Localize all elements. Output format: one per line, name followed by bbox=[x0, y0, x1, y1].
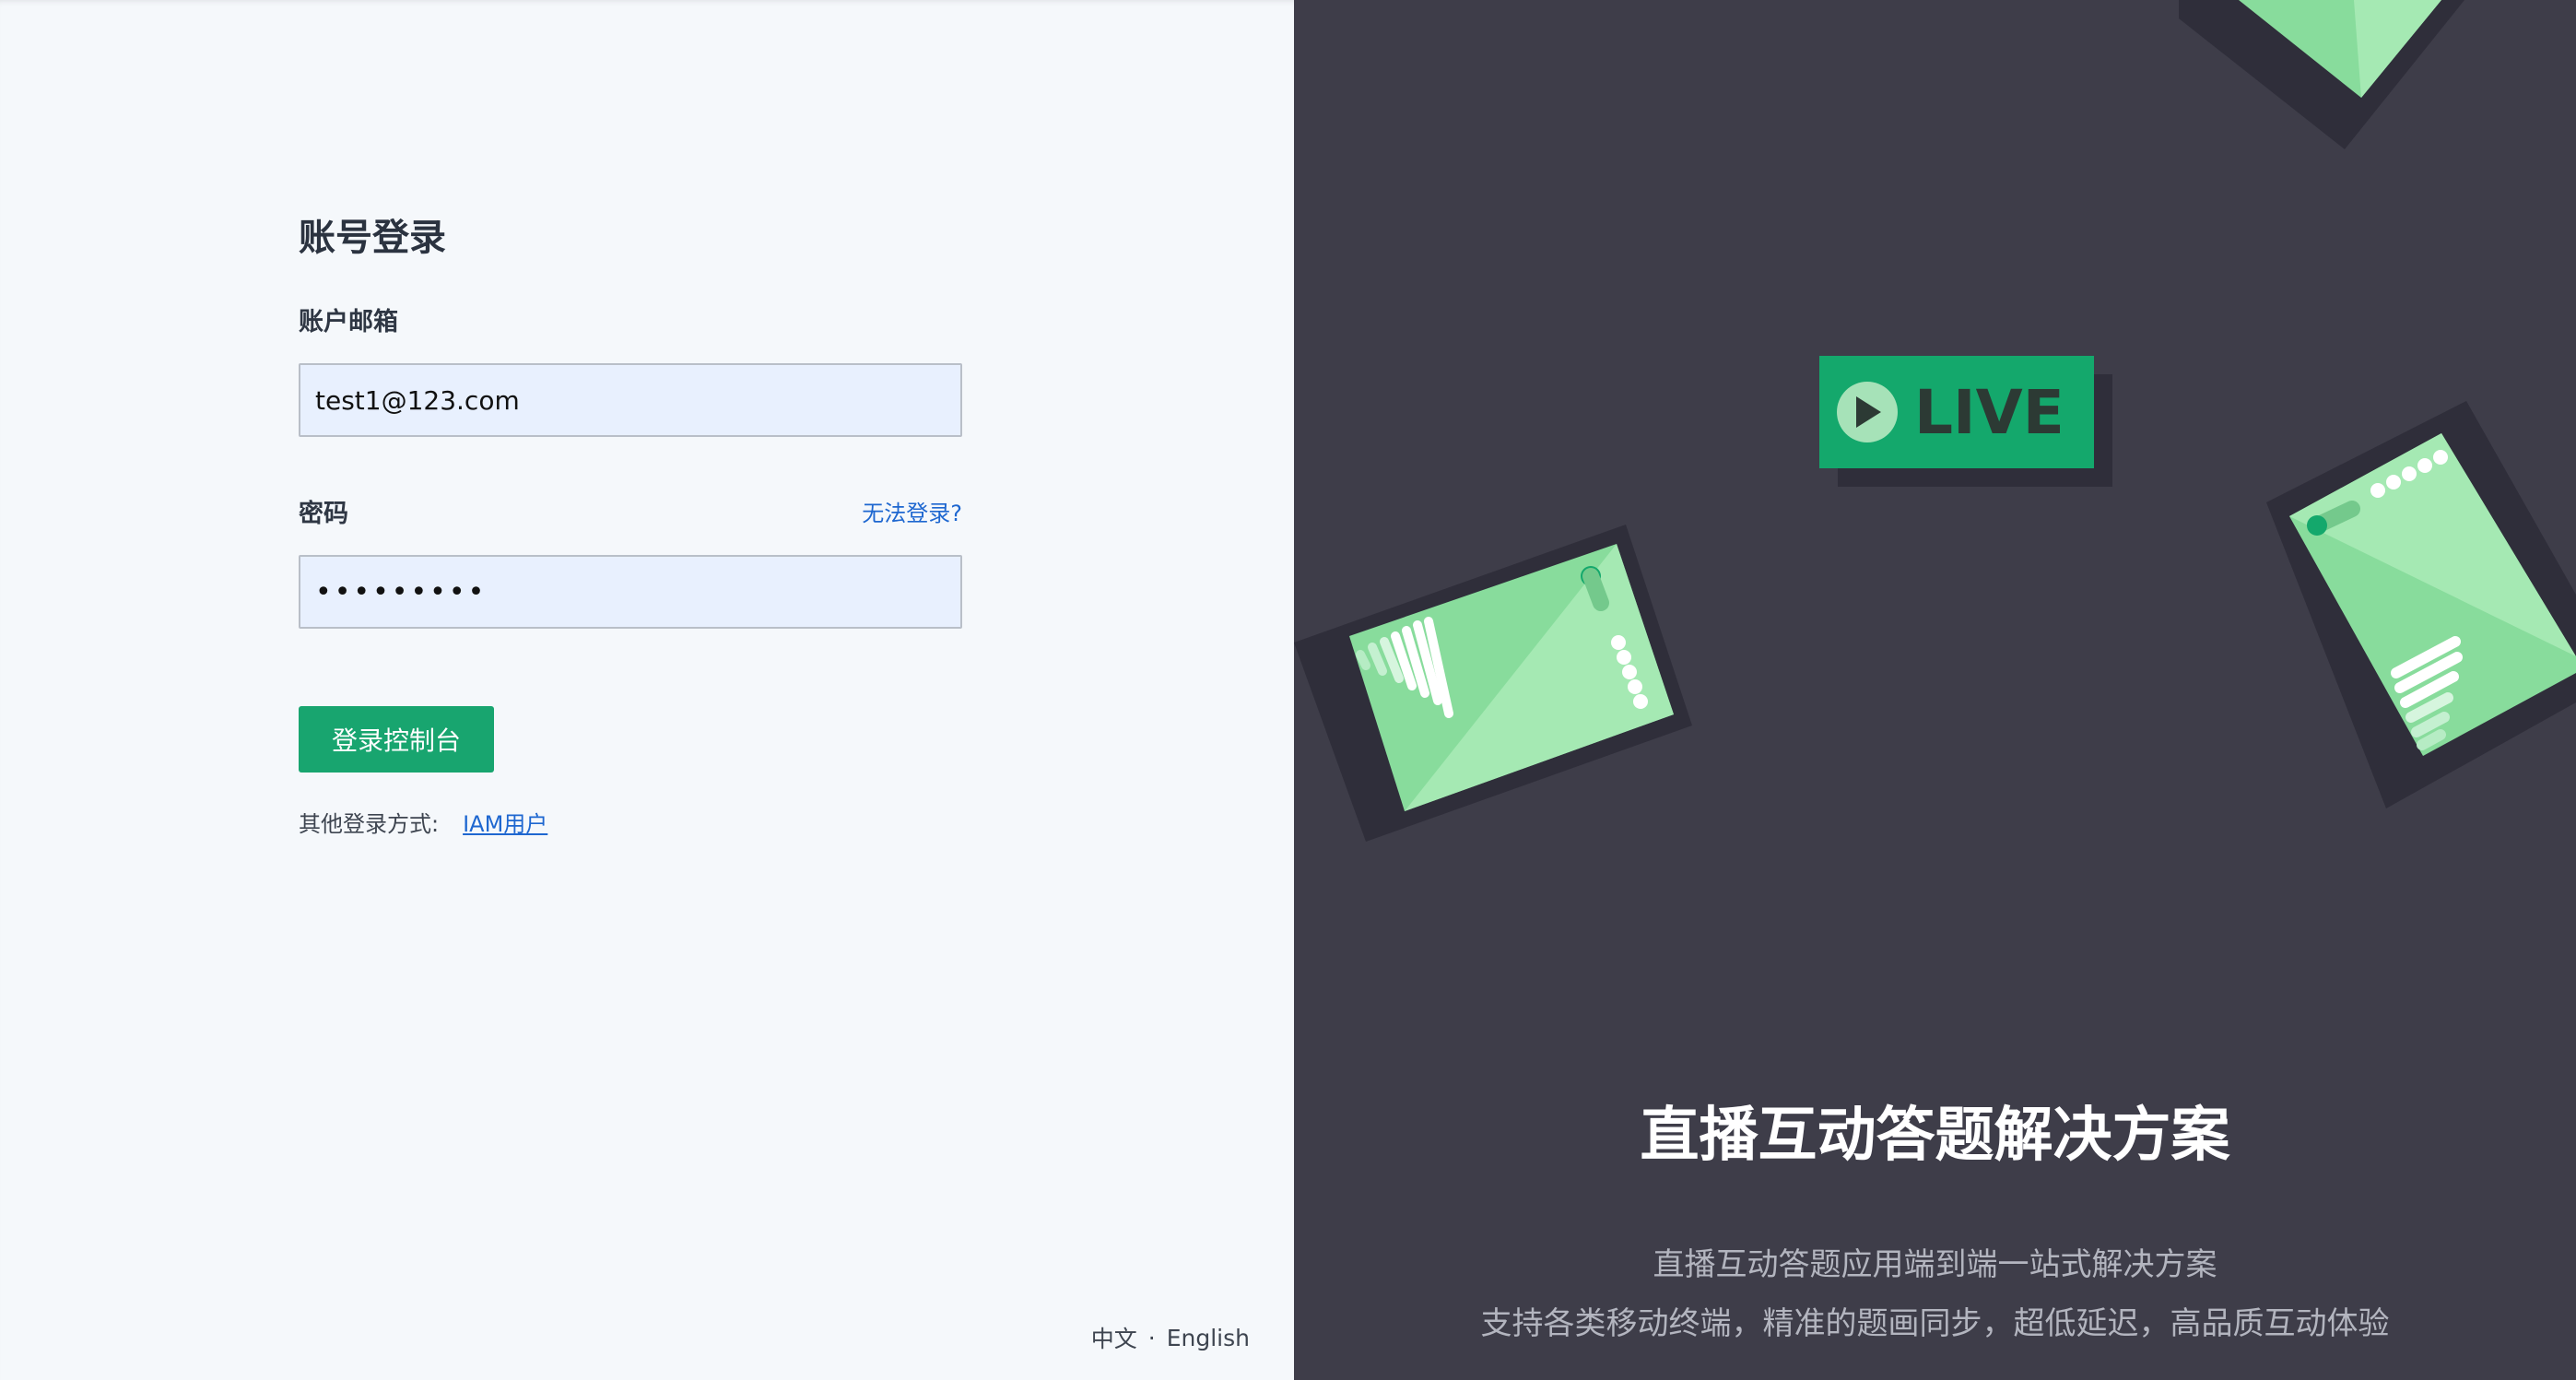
login-form: 账号登录 账户邮箱 密码 无法登录? 登录控制台 其他登录方式: IAM用户 bbox=[299, 212, 962, 838]
password-label: 密码 bbox=[299, 499, 348, 528]
live-quiz-illustration: LIVE bbox=[1294, 0, 2576, 842]
other-login-label: 其他登录方式: bbox=[299, 811, 440, 837]
login-console-button[interactable]: 登录控制台 bbox=[299, 706, 494, 773]
lang-english[interactable]: English bbox=[1167, 1325, 1250, 1351]
password-field[interactable] bbox=[299, 555, 962, 629]
login-panel: 账号登录 账户邮箱 密码 无法登录? 登录控制台 其他登录方式: IAM用户 中… bbox=[0, 0, 1294, 1380]
form-title: 账号登录 bbox=[299, 217, 446, 259]
password-label-row: 密码 无法登录? bbox=[299, 492, 962, 529]
promo-subtitle-line-2: 支持各类移动终端，精准的题画同步，超低延迟，高品质互动体验 bbox=[1480, 1305, 2390, 1342]
promo-panel: LIVE 直播互动答题解决方案 直播互动答题应用端到端一站式解决方案 支持各类移… bbox=[1294, 0, 2576, 1380]
lang-separator: · bbox=[1147, 1324, 1156, 1351]
other-login-methods: 其他登录方式: IAM用户 bbox=[299, 806, 962, 838]
forgot-login-link[interactable]: 无法登录? bbox=[862, 495, 962, 527]
live-badge-text: LIVE bbox=[1914, 377, 2064, 448]
top-phone-illustration bbox=[2179, 0, 2464, 149]
promo-title: 直播互动答题解决方案 bbox=[1640, 1102, 2230, 1170]
left-phone-illustration bbox=[1294, 525, 1692, 842]
iam-user-link[interactable]: IAM用户 bbox=[463, 806, 547, 838]
language-switcher: 中文 · English bbox=[1091, 1321, 1250, 1354]
lang-chinese[interactable]: 中文 bbox=[1091, 1321, 1137, 1354]
email-label-row: 账户邮箱 bbox=[299, 301, 962, 337]
promo-subtitle-line-1: 直播互动答题应用端到端一站式解决方案 bbox=[1653, 1246, 2217, 1283]
live-badge: LIVE bbox=[1819, 356, 2112, 487]
login-page: 账号登录 账户邮箱 密码 无法登录? 登录控制台 其他登录方式: IAM用户 中… bbox=[0, 0, 2576, 1380]
email-label: 账户邮箱 bbox=[299, 307, 398, 336]
right-phone-illustration bbox=[2266, 401, 2576, 808]
email-field[interactable] bbox=[299, 363, 962, 437]
